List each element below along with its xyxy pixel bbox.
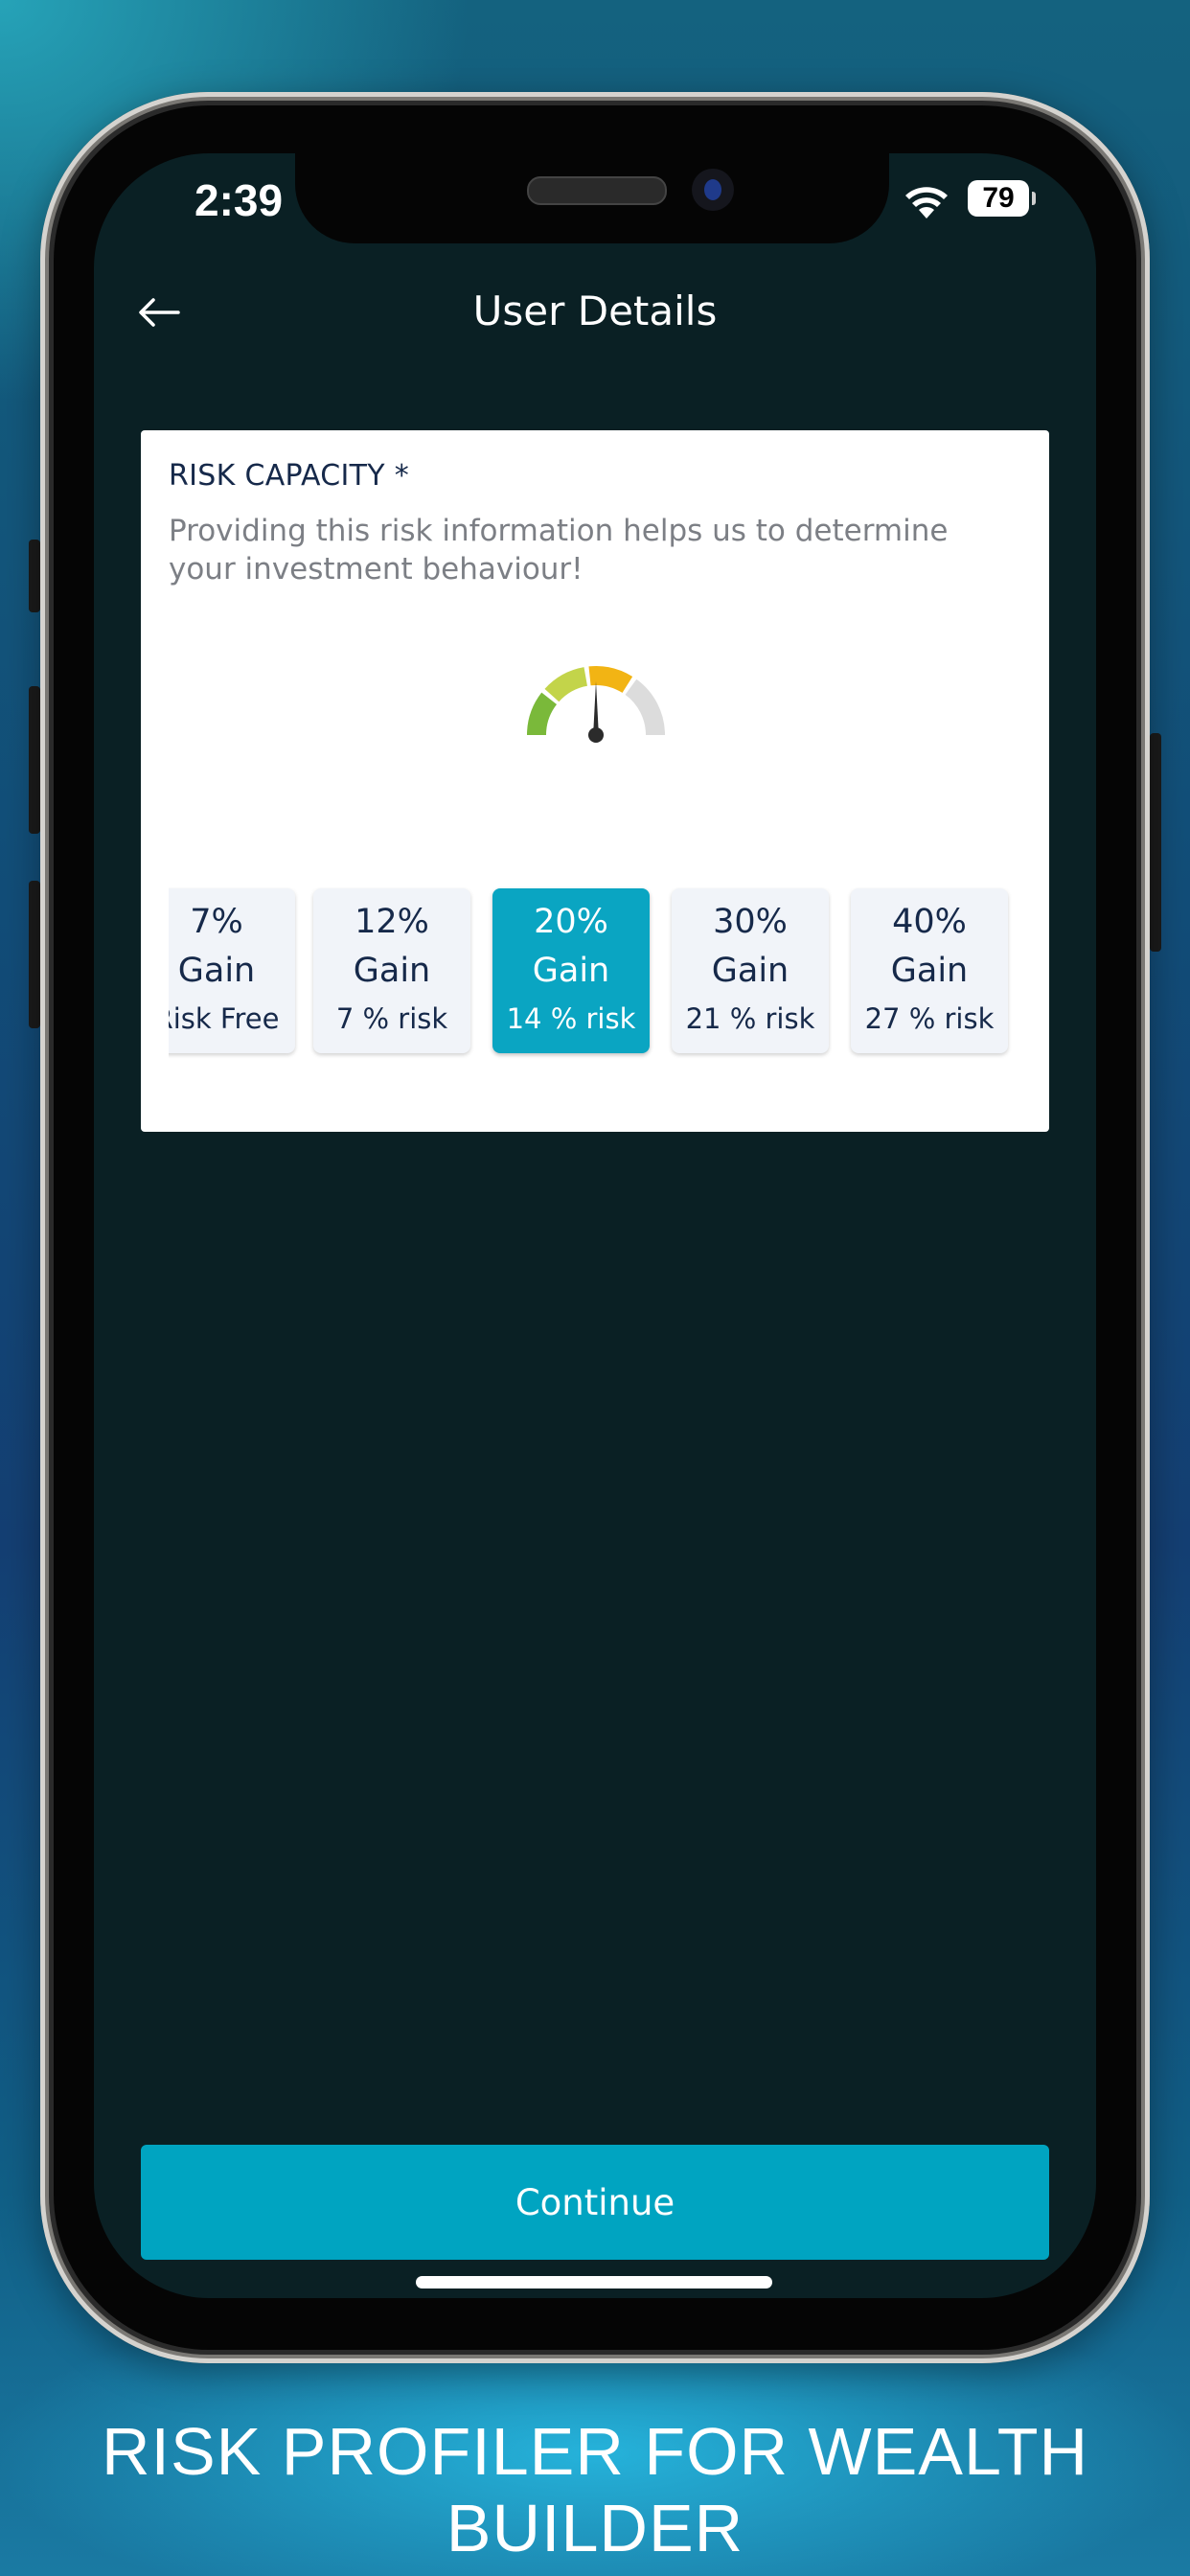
wifi-icon xyxy=(905,187,948,218)
card-description: Providing this risk information helps us… xyxy=(169,514,949,586)
gain-option-40[interactable]: 40% Gain 27 % risk xyxy=(851,888,1008,1053)
gain-options-carousel[interactable]: 7% Gain Risk Free 12% Gain 7 % risk 20% … xyxy=(169,879,1018,1061)
gain-option-20[interactable]: 20% Gain 14 % risk xyxy=(492,888,650,1053)
status-time: 2:39 xyxy=(195,175,284,225)
gain-option-12[interactable]: 12% Gain 7 % risk xyxy=(313,888,470,1053)
gain-option-30[interactable]: 30% Gain 21 % risk xyxy=(672,888,829,1053)
notch xyxy=(295,153,889,243)
phone-screen: 2:39 79 User Details RISK CAPACITY * Pro… xyxy=(94,153,1096,2298)
continue-button[interactable]: Continue xyxy=(141,2145,1049,2260)
earpiece-speaker xyxy=(527,176,667,205)
risk-gauge-icon xyxy=(527,666,665,743)
battery-icon: 79 xyxy=(968,180,1036,217)
page-title: User Details xyxy=(472,288,718,334)
card-title: RISK CAPACITY * xyxy=(169,459,410,493)
risk-capacity-card: RISK CAPACITY * Providing this risk info… xyxy=(141,430,1049,1132)
volume-down-button xyxy=(29,881,40,1028)
home-indicator[interactable] xyxy=(416,2276,772,2288)
front-camera xyxy=(692,169,734,211)
battery-level: 79 xyxy=(982,182,1015,214)
gain-option-7[interactable]: 7% Gain Risk Free xyxy=(169,888,295,1053)
volume-up-button xyxy=(29,686,40,834)
promo-caption: RISK PROFILER FOR WEALTH BUILDER xyxy=(101,2414,1089,2565)
mute-switch xyxy=(29,540,40,612)
power-button xyxy=(1150,733,1161,952)
